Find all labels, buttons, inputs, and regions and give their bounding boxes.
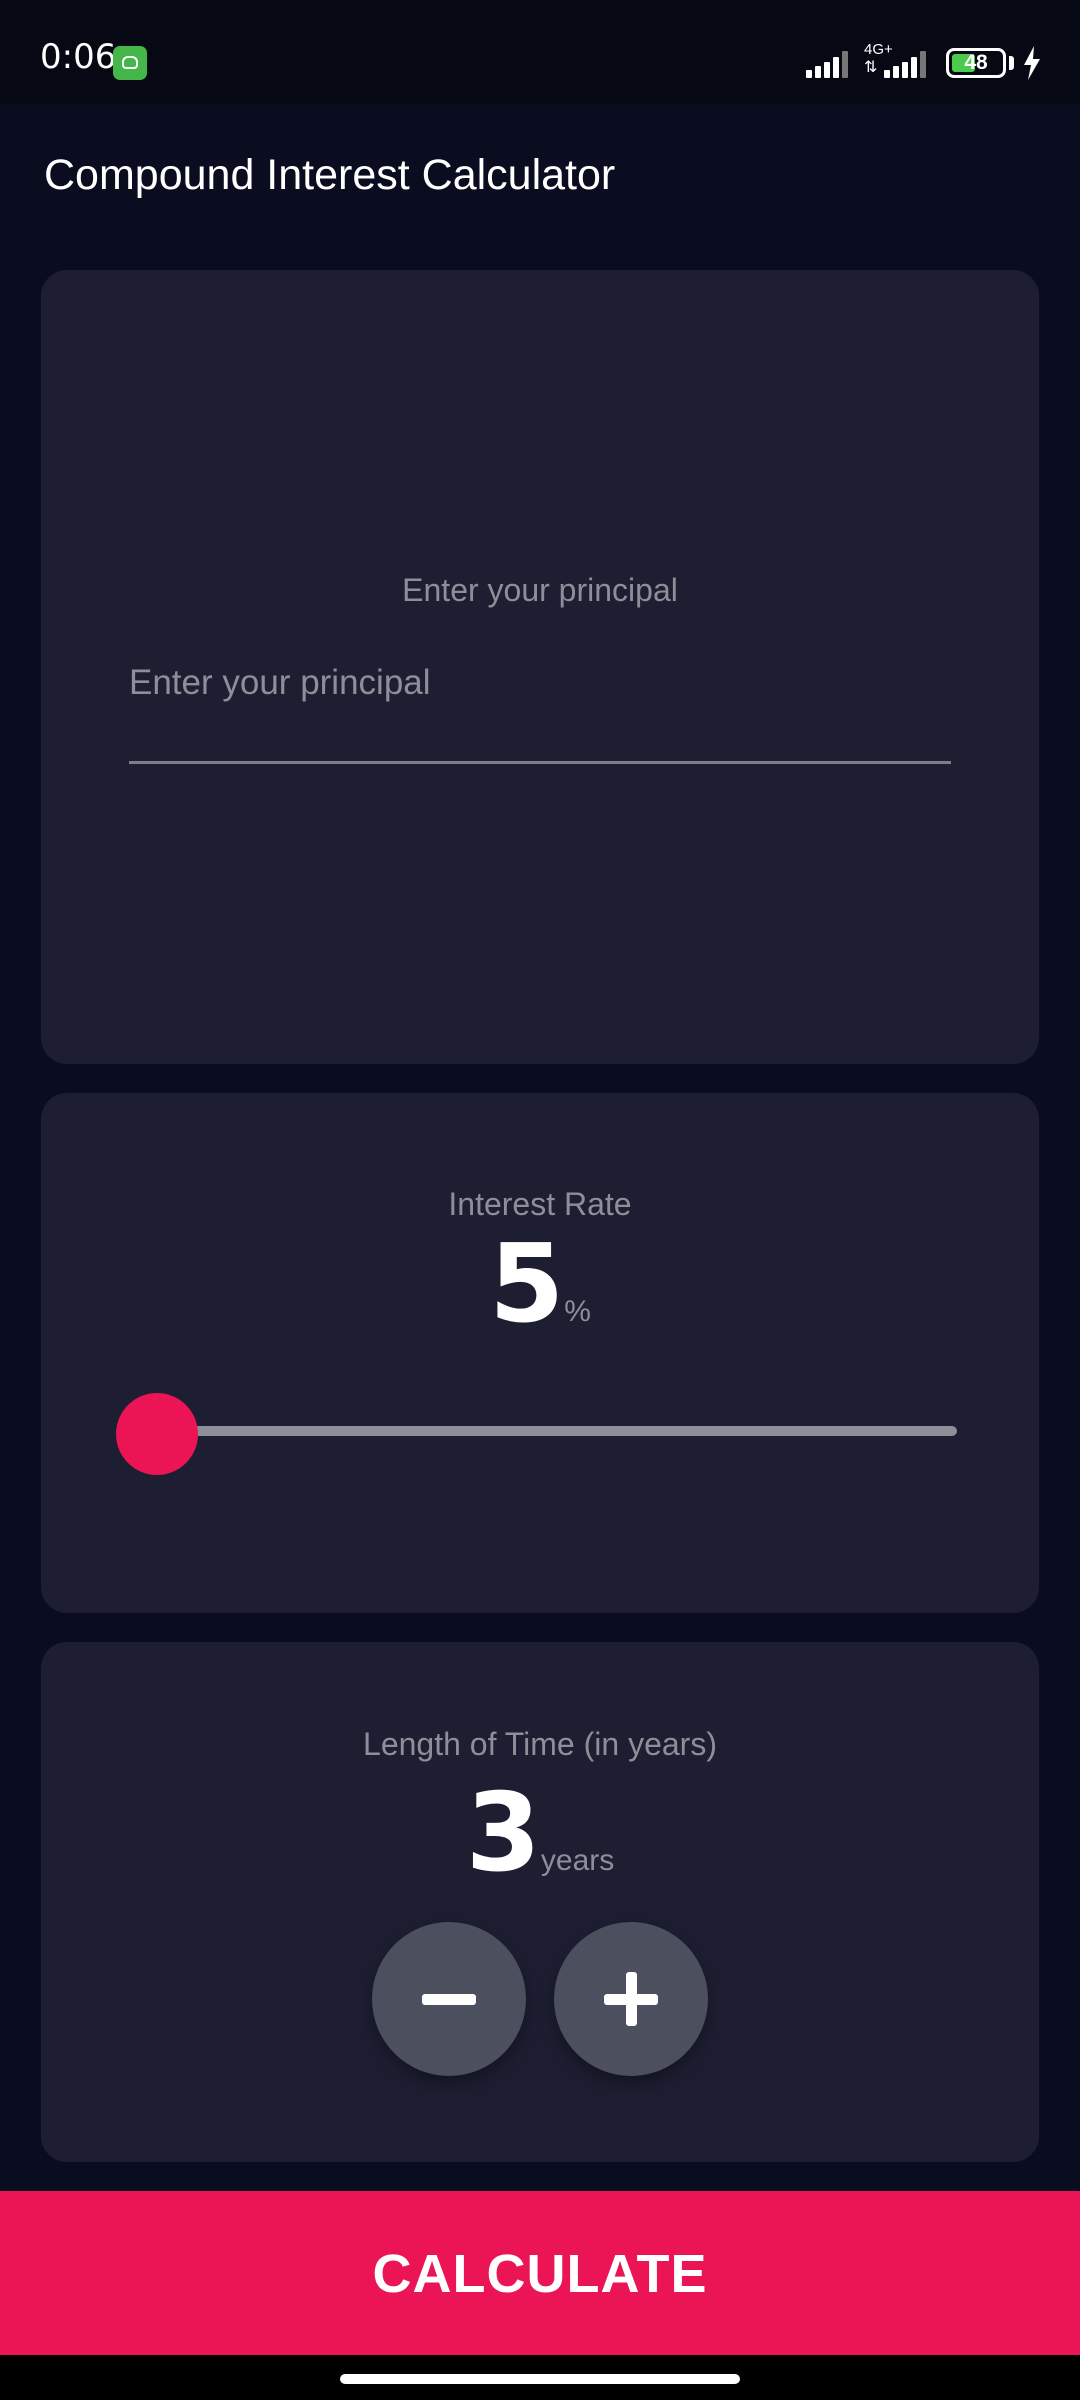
interest-rate-value: 5 bbox=[489, 1222, 565, 1347]
length-of-time-label: Length of Time (in years) bbox=[363, 1726, 717, 1762]
app-screen: 0:06 4G+ ⇅ 48 Compound Interest Calculat… bbox=[0, 0, 1080, 2400]
status-time: 0:06 bbox=[40, 37, 117, 77]
minus-icon bbox=[422, 1994, 476, 2005]
interest-rate-unit: % bbox=[564, 1295, 591, 1328]
principal-input-underline bbox=[129, 761, 951, 764]
home-indicator[interactable] bbox=[340, 2374, 740, 2384]
length-of-time-card: Length of Time (in years) 3years bbox=[41, 1642, 1039, 2162]
principal-card: Enter your principal bbox=[41, 270, 1039, 1064]
interest-rate-value-row: 5% bbox=[41, 1231, 1039, 1339]
data-activity-icon: ⇅ bbox=[864, 59, 878, 76]
length-of-time-value: 3 bbox=[465, 1771, 541, 1896]
slider-thumb[interactable] bbox=[116, 1393, 198, 1475]
battery-cap bbox=[1009, 56, 1014, 70]
interest-rate-label: Interest Rate bbox=[448, 1186, 632, 1222]
signal-strength-icon bbox=[806, 50, 854, 78]
navigation-bar bbox=[0, 2355, 1080, 2400]
decrement-years-button[interactable] bbox=[372, 1922, 526, 2076]
plus-icon bbox=[604, 1972, 658, 2026]
battery-icon: 48 bbox=[946, 48, 1006, 78]
page-title: Compound Interest Calculator bbox=[44, 151, 616, 199]
battery-level: 48 bbox=[964, 51, 988, 74]
slider-track[interactable] bbox=[157, 1426, 957, 1436]
bolt-icon bbox=[1024, 46, 1040, 80]
calculate-button[interactable]: CALCULATE bbox=[0, 2191, 1080, 2355]
status-bar: 0:06 4G+ ⇅ 48 bbox=[0, 0, 1080, 104]
interest-rate-card: Interest Rate 5% bbox=[41, 1093, 1039, 1613]
increment-years-button[interactable] bbox=[554, 1922, 708, 2076]
length-of-time-value-row: 3years bbox=[41, 1780, 1039, 1888]
signal-strength-icon-2 bbox=[884, 50, 932, 78]
principal-label: Enter your principal bbox=[402, 572, 678, 608]
android-icon bbox=[113, 46, 147, 80]
length-of-time-unit: years bbox=[540, 1844, 615, 1877]
principal-input[interactable] bbox=[129, 658, 951, 708]
interest-rate-slider[interactable] bbox=[116, 1393, 997, 1475]
